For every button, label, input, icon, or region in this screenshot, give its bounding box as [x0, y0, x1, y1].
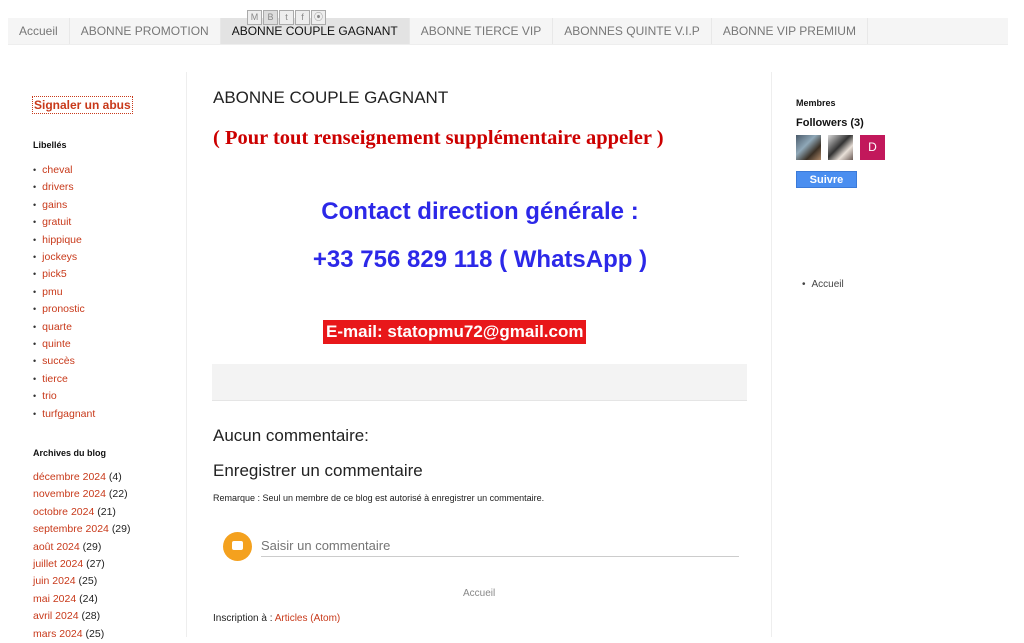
- label-link[interactable]: trio: [33, 388, 95, 405]
- label-link[interactable]: quinte: [33, 336, 95, 353]
- post-title: ABONNE COUPLE GAGNANT: [213, 88, 449, 107]
- archive-month-link[interactable]: juillet 2024: [33, 558, 83, 570]
- tab-abonne-vip-premium[interactable]: ABONNE VIP PREMIUM: [712, 18, 868, 44]
- subscribe-label: Inscription à :: [213, 613, 275, 624]
- archive-count: (25): [85, 627, 105, 640]
- archive-item: juin 2024 (25): [33, 573, 131, 590]
- archive-count: (29): [82, 540, 102, 553]
- tab-abonnes-quinte-vip[interactable]: ABONNES QUINTE V.I.P: [553, 18, 712, 44]
- archives-list: décembre 2024 (4) novembre 2024 (22) oct…: [33, 469, 131, 643]
- label-link[interactable]: succès: [33, 353, 95, 370]
- comment-input[interactable]: [261, 534, 739, 557]
- follower-avatar[interactable]: D: [860, 135, 885, 160]
- label-link[interactable]: gains: [33, 197, 95, 214]
- archive-month-link[interactable]: août 2024: [33, 541, 80, 553]
- email-icon[interactable]: M: [247, 10, 262, 25]
- archive-count: (21): [97, 505, 116, 518]
- label-link[interactable]: pmu: [33, 284, 95, 301]
- label-link[interactable]: pronostic: [33, 301, 95, 318]
- label-link[interactable]: cheval: [33, 162, 95, 179]
- blogger-avatar-icon: [223, 532, 252, 561]
- tab-abonne-promotion[interactable]: ABONNE PROMOTION: [70, 18, 221, 44]
- label-link[interactable]: jockeys: [33, 249, 95, 266]
- right-nav-label: Accueil: [811, 279, 844, 290]
- follower-avatar[interactable]: [828, 135, 853, 160]
- archive-count: (28): [81, 610, 101, 623]
- label-link[interactable]: pick5: [33, 266, 95, 283]
- archive-item: août 2024 (29): [33, 539, 131, 556]
- archive-item: mai 2024 (24): [33, 591, 131, 608]
- follow-button[interactable]: Suivre: [796, 171, 857, 188]
- archive-month-link[interactable]: novembre 2024: [33, 488, 106, 500]
- comments-count: Aucun commentaire:: [213, 426, 369, 445]
- archive-item: octobre 2024 (21): [33, 504, 131, 521]
- archive-month-link[interactable]: septembre 2024: [33, 523, 109, 535]
- archive-month-link[interactable]: mars 2024: [33, 628, 83, 640]
- followers-count: Followers (3): [796, 117, 864, 129]
- archive-item: novembre 2024 (22): [33, 486, 131, 503]
- label-link[interactable]: turfgagnant: [33, 406, 95, 423]
- phone-number: +33 756 829 118 ( WhatsApp ): [312, 246, 648, 273]
- archive-month-link[interactable]: mai 2024: [33, 593, 76, 605]
- label-link[interactable]: quarte: [33, 319, 95, 336]
- share-bar: [212, 364, 747, 401]
- archive-month-link[interactable]: octobre 2024: [33, 506, 94, 518]
- archives-heading: Archives du blog: [33, 448, 107, 458]
- home-link[interactable]: Accueil: [463, 588, 495, 599]
- archive-item: décembre 2024 (4): [33, 469, 131, 486]
- comment-notice: Remarque : Seul un membre de ce blog est…: [213, 493, 545, 503]
- report-abuse-link[interactable]: Signaler un abus: [32, 96, 133, 114]
- archive-item: mars 2024 (25): [33, 626, 131, 643]
- twitter-icon[interactable]: t: [279, 10, 294, 25]
- labels-heading: Libellés: [33, 140, 67, 150]
- tab-abonne-tierce-vip[interactable]: ABONNE TIERCE VIP: [410, 18, 554, 44]
- comment-heading: Enregistrer un commentaire: [213, 461, 423, 480]
- follower-avatar[interactable]: [796, 135, 821, 160]
- facebook-icon[interactable]: f: [295, 10, 310, 25]
- label-link[interactable]: gratuit: [33, 214, 95, 231]
- info-note: ( Pour tout renseignement supplémentaire…: [213, 127, 664, 149]
- top-nav-tabs: Accueil ABONNE PROMOTION ABONNE COUPLE G…: [8, 18, 1008, 45]
- archive-month-link[interactable]: avril 2024: [33, 610, 79, 622]
- archive-month-link[interactable]: décembre 2024: [33, 471, 106, 483]
- archive-count: (24): [79, 592, 98, 605]
- archive-count: (27): [86, 558, 105, 571]
- members-heading: Membres: [796, 98, 836, 108]
- label-link[interactable]: tierce: [33, 371, 95, 388]
- archive-count: (4): [108, 471, 122, 483]
- archive-count: (29): [111, 523, 131, 536]
- tab-accueil[interactable]: Accueil: [8, 18, 70, 44]
- label-link[interactable]: hippique: [33, 232, 95, 249]
- archive-count: (25): [78, 575, 98, 588]
- archive-item: juillet 2024 (27): [33, 556, 131, 573]
- labels-list: cheval drivers gains gratuit hippique jo…: [33, 162, 95, 423]
- archive-item: avril 2024 (28): [33, 608, 131, 625]
- subscribe-line: Inscription à : Articles (Atom): [213, 613, 340, 624]
- archive-month-link[interactable]: juin 2024: [33, 575, 76, 587]
- email-banner: E-mail: statopmu72@gmail.com: [323, 320, 587, 344]
- contact-heading: Contact direction générale :: [321, 198, 639, 225]
- pinterest-icon[interactable]: ⦿: [311, 10, 326, 25]
- archive-item: septembre 2024 (29): [33, 521, 131, 538]
- label-link[interactable]: drivers: [33, 179, 95, 196]
- right-nav-home-link[interactable]: Accueil: [802, 279, 844, 290]
- blogger-icon[interactable]: B: [263, 10, 278, 25]
- archive-count: (22): [108, 488, 128, 501]
- atom-feed-link[interactable]: Articles (Atom): [275, 613, 341, 624]
